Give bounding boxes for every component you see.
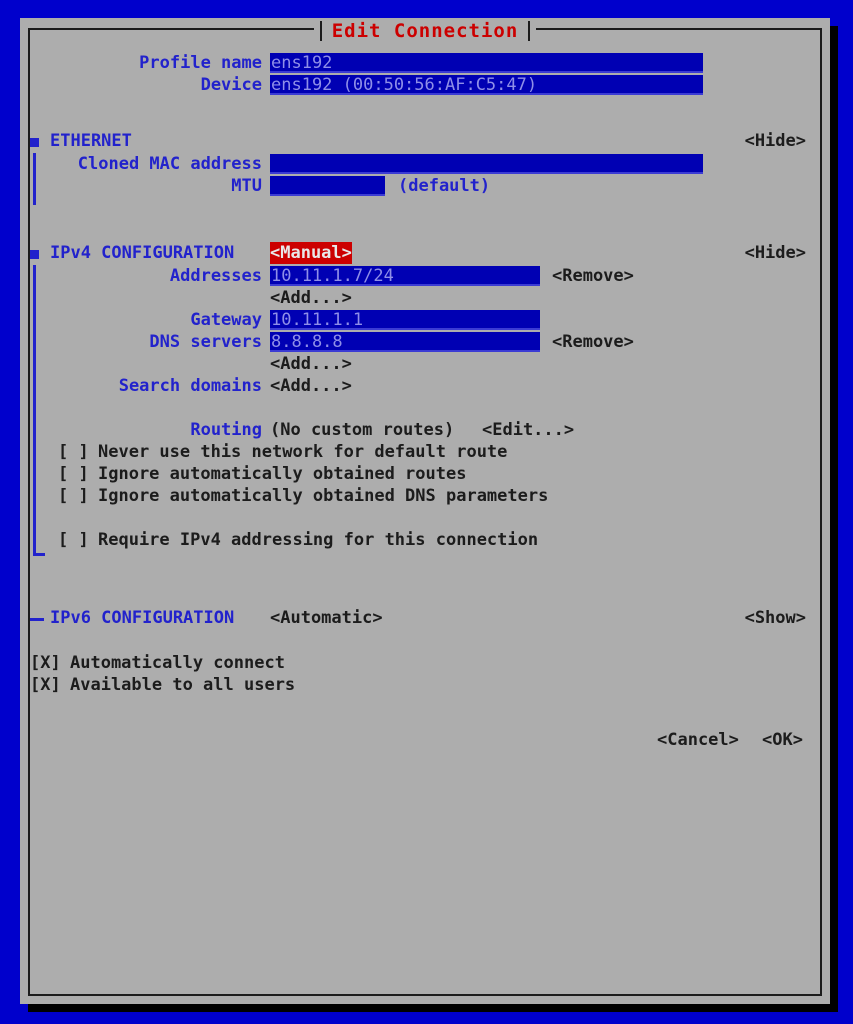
checkbox-ignore-routes-label: Ignore automatically obtained routes	[98, 464, 467, 484]
mtu-label: MTU	[231, 176, 262, 196]
ipv6-section-header[interactable]: IPv6 CONFIGURATION <Automatic> <Show>	[20, 606, 830, 630]
checkbox-ignore-dns-label: Ignore automatically obtained DNS parame…	[98, 486, 549, 506]
ipv6-section-title: IPv6 CONFIGURATION	[50, 608, 235, 628]
checkbox-automatically-connect[interactable]: [X]	[30, 652, 61, 674]
ipv6-mode-select[interactable]: <Automatic>	[270, 606, 383, 630]
title-tick-left	[319, 21, 322, 41]
device-input[interactable]: ens192 (00:50:56:AF:C5:47)_	[270, 75, 703, 95]
profile-name-label: Profile name	[139, 53, 262, 73]
mtu-input[interactable]	[270, 176, 385, 196]
gateway-label: Gateway	[190, 310, 262, 330]
square-marker-icon	[30, 250, 39, 259]
ok-button[interactable]: <OK>	[762, 729, 803, 751]
ethernet-hide-button[interactable]: <Hide>	[745, 129, 806, 153]
dns-add-row: <Add...>	[20, 353, 830, 375]
checkbox-ignore-dns[interactable]: [ ]	[58, 485, 89, 507]
device-row: Device ens192 (00:50:56:AF:C5:47)_	[20, 74, 830, 96]
routing-edit-button[interactable]: <Edit...>	[482, 419, 574, 441]
ipv4-hide-button[interactable]: <Hide>	[745, 241, 806, 265]
dns-servers-label: DNS servers	[149, 332, 262, 352]
ipv4-checkbox-row[interactable]: [ ] Ignore automatically obtained routes	[20, 463, 830, 485]
dialog-content: Profile name ens192_ Device ens192 (00:5…	[20, 52, 830, 755]
checkbox-automatically-connect-label: Automatically connect	[70, 653, 285, 673]
ipv4-section-title: IPv4 CONFIGURATION	[50, 243, 235, 263]
checkbox-ignore-routes[interactable]: [ ]	[58, 463, 89, 485]
spacer-1b	[20, 118, 830, 129]
search-domains-row: Search domains <Add...>	[20, 375, 830, 397]
routing-value: (No custom routes)	[270, 420, 455, 440]
ipv4-require-row[interactable]: [ ] Require IPv4 addressing for this con…	[20, 529, 830, 551]
title-tick-right	[528, 21, 531, 41]
mtu-default-hint: (default)	[398, 176, 491, 196]
square-marker-icon	[30, 138, 39, 147]
cancel-button[interactable]: <Cancel>	[657, 729, 739, 751]
profile-name-row: Profile name ens192_	[20, 52, 830, 74]
addresses-add-row: <Add...>	[20, 287, 830, 309]
ipv4-section-header[interactable]: IPv4 CONFIGURATION <Manual> <Hide>	[20, 241, 830, 265]
spacer-5b	[20, 573, 830, 595]
mtu-row: MTU (default)	[20, 175, 830, 197]
cloned-mac-label: Cloned MAC address	[77, 154, 262, 174]
page-title: Edit Connection	[331, 19, 519, 42]
dash-marker-icon	[30, 618, 44, 621]
edit-connection-dialog: Edit Connection Profile name ens192_ Dev…	[20, 18, 830, 1004]
device-label: Device	[200, 75, 262, 95]
gateway-input[interactable]: 10.11.1.1_	[270, 310, 540, 330]
spacer-5c	[20, 595, 830, 606]
checkbox-available-all-users-label: Available to all users	[70, 675, 296, 695]
ipv4-guide-foot	[33, 553, 45, 556]
addresses-row: Addresses 10.11.1.7/24_ <Remove>	[20, 265, 830, 287]
addresses-label: Addresses	[169, 266, 262, 286]
routing-row: Routing (No custom routes) <Edit...>	[20, 419, 830, 441]
terminal-screen: Edit Connection Profile name ens192_ Dev…	[0, 0, 853, 1024]
dialog-titlebar: Edit Connection	[20, 18, 830, 44]
spacer-7b	[20, 718, 830, 729]
profile-name-input[interactable]: ens192_	[270, 53, 703, 73]
ipv4-mode-select[interactable]: <Manual>	[270, 242, 352, 264]
ethernet-section-title: ETHERNET	[50, 131, 132, 151]
dns-add-button[interactable]: <Add...>	[270, 353, 352, 375]
checkbox-available-all-users[interactable]: [X]	[30, 674, 61, 696]
addresses-add-button[interactable]: <Add...>	[270, 287, 352, 309]
search-domains-add-button[interactable]: <Add...>	[270, 375, 352, 397]
cloned-mac-input[interactable]	[270, 154, 703, 174]
search-domains-label: Search domains	[118, 376, 262, 396]
routing-label: Routing	[190, 420, 262, 440]
addresses-remove-button[interactable]: <Remove>	[552, 265, 634, 287]
ipv4-checkbox-row[interactable]: [ ] Ignore automatically obtained DNS pa…	[20, 485, 830, 507]
spacer-2b	[20, 219, 830, 241]
option-row[interactable]: [X] Available to all users	[20, 674, 830, 696]
gateway-row: Gateway 10.11.1.1_	[20, 309, 830, 331]
ipv4-checkbox-row[interactable]: [ ] Never use this network for default r…	[20, 441, 830, 463]
dns-servers-row: DNS servers 8.8.8.8_ <Remove>	[20, 331, 830, 353]
checkbox-require-ipv4-label: Require IPv4 addressing for this connect…	[98, 530, 539, 550]
checkbox-never-default-route-label: Never use this network for default route	[98, 442, 508, 462]
ipv6-show-button[interactable]: <Show>	[745, 606, 806, 630]
checkbox-never-default-route[interactable]: [ ]	[58, 441, 89, 463]
cloned-mac-row: Cloned MAC address	[20, 153, 830, 175]
ethernet-section-header[interactable]: ETHERNET <Hide>	[20, 129, 830, 153]
dialog-actions: <Cancel> <OK>	[20, 729, 830, 755]
option-row[interactable]: [X] Automatically connect	[20, 652, 830, 674]
dns-remove-button[interactable]: <Remove>	[552, 331, 634, 353]
dns-servers-input[interactable]: 8.8.8.8_	[270, 332, 540, 352]
addresses-input[interactable]: 10.11.1.7/24_	[270, 266, 540, 286]
checkbox-require-ipv4[interactable]: [ ]	[58, 529, 89, 551]
